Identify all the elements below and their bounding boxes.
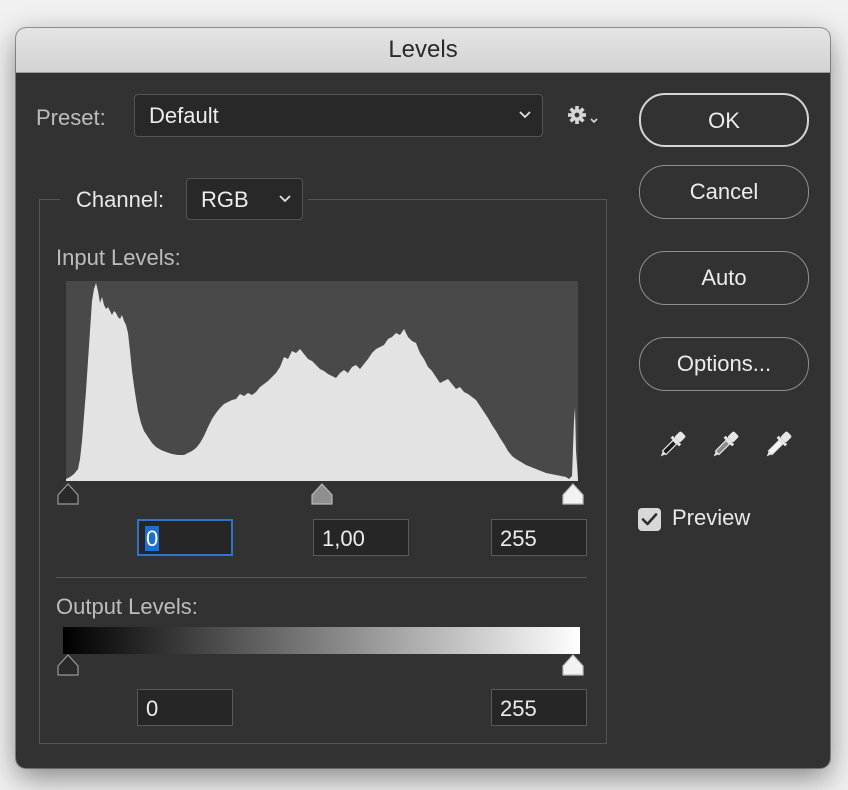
output-levels-label: Output Levels: xyxy=(56,594,198,619)
levels-dialog: Levels Preset: Default OK Cancel Auto Op… xyxy=(16,28,830,768)
input-white-field[interactable]: 255 xyxy=(491,519,587,556)
black-point-eyedropper-icon[interactable] xyxy=(654,427,690,463)
auto-button[interactable]: Auto xyxy=(639,251,809,305)
chevron-down-icon xyxy=(279,195,291,203)
preview-label: Preview xyxy=(672,505,751,530)
gear-icon[interactable] xyxy=(567,105,603,127)
preset-value: Default xyxy=(149,103,219,128)
histogram xyxy=(66,281,578,481)
input-white-slider[interactable] xyxy=(561,482,585,506)
output-black-slider[interactable] xyxy=(56,653,80,677)
chevron-down-icon xyxy=(519,111,531,119)
output-white-slider[interactable] xyxy=(561,653,585,677)
title-bar[interactable]: Levels xyxy=(16,28,830,73)
channel-label: Channel: xyxy=(76,187,165,212)
preset-label: Preset: xyxy=(36,105,106,130)
input-black-value: 0 xyxy=(145,526,160,551)
dialog-title: Levels xyxy=(388,36,458,63)
ok-button[interactable]: OK xyxy=(639,93,809,147)
options-button[interactable]: Options... xyxy=(639,337,809,391)
histogram-graph xyxy=(66,283,578,481)
input-levels-label: Input Levels: xyxy=(56,245,181,270)
input-gamma-field[interactable]: 1,00 xyxy=(313,519,409,556)
channel-select[interactable]: RGB xyxy=(186,178,303,220)
output-black-field[interactable]: 0 xyxy=(137,689,233,726)
gray-point-eyedropper-icon[interactable] xyxy=(707,427,743,463)
checkmark-icon xyxy=(641,513,658,526)
output-white-field[interactable]: 255 xyxy=(491,689,587,726)
white-point-eyedropper-icon[interactable] xyxy=(760,427,796,463)
input-black-slider[interactable] xyxy=(56,482,80,506)
preview-checkbox[interactable] xyxy=(638,508,661,531)
preset-select[interactable]: Default xyxy=(134,94,543,137)
section-divider xyxy=(56,577,587,578)
cancel-button[interactable]: Cancel xyxy=(639,165,809,219)
output-gradient-bar xyxy=(63,627,580,654)
channel-value: RGB xyxy=(201,187,249,212)
input-black-field[interactable]: 0 xyxy=(137,519,233,556)
input-gamma-slider[interactable] xyxy=(310,482,334,506)
